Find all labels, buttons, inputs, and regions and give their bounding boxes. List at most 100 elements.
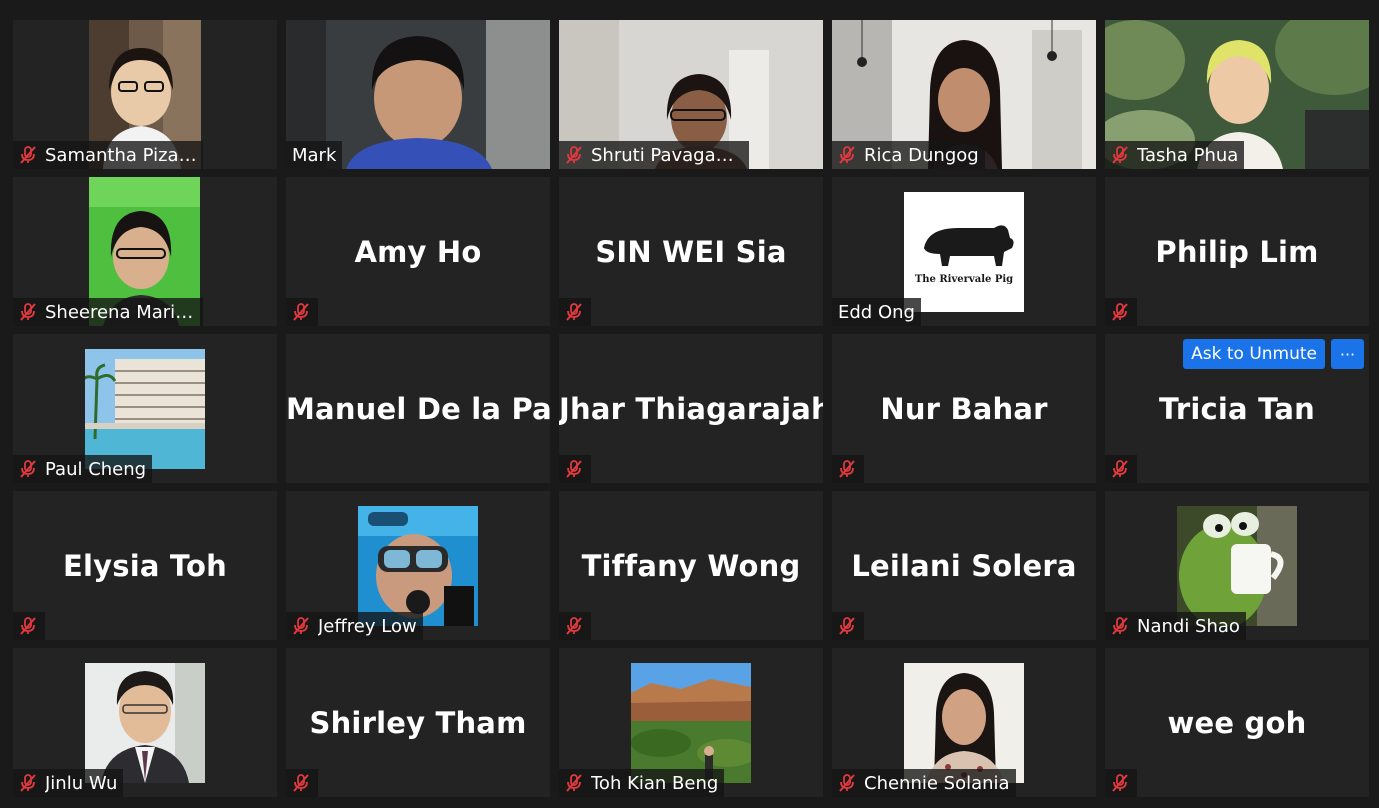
participant-tile[interactable]: Shruti Pavagadhi (559, 20, 823, 169)
mic-muted-icon (17, 144, 39, 166)
participant-name: Mark (292, 144, 337, 166)
participant-tile[interactable]: Toh Kian Beng (559, 648, 823, 797)
name-label: Chennie Solania (832, 769, 1016, 797)
name-label (832, 455, 864, 483)
participant-display-name: Leilani Solera (851, 548, 1077, 583)
mic-muted-icon (836, 144, 858, 166)
participant-name: Samantha Pizar... (45, 144, 197, 166)
more-options-button[interactable]: ··· (1331, 339, 1364, 369)
participant-tile[interactable]: Paul Cheng (13, 334, 277, 483)
mic-muted-icon (17, 301, 39, 323)
participant-tile[interactable]: Chennie Solania (832, 648, 1096, 797)
name-label (559, 455, 591, 483)
participant-tile[interactable]: Jhar Thiagarajah (559, 334, 823, 483)
name-label: Jinlu Wu (13, 769, 124, 797)
participant-tile[interactable]: Shirley Tham (286, 648, 550, 797)
name-label: Shruti Pavagadhi (559, 141, 749, 169)
name-label (1105, 455, 1137, 483)
participant-name: Nandi Shao (1137, 615, 1240, 637)
participant-tile[interactable]: Leilani Solera (832, 491, 1096, 640)
participant-tile[interactable]: Tasha Phua (1105, 20, 1369, 169)
participant-display-name: Manuel De la Paz (286, 391, 550, 426)
mic-muted-icon (563, 458, 585, 480)
name-label (13, 612, 45, 640)
name-label (1105, 298, 1137, 326)
mic-muted-icon (563, 772, 585, 794)
participant-name: Tasha Phua (1137, 144, 1239, 166)
participant-tile[interactable]: Ask to Unmute ··· Tricia Tan (1105, 334, 1369, 483)
participant-display-name: Philip Lim (1155, 234, 1319, 269)
participant-tile[interactable]: Amy Ho (286, 177, 550, 326)
name-label: Paul Cheng (13, 455, 153, 483)
participant-display-name: Amy Ho (354, 234, 482, 269)
participant-name: Jeffrey Low (318, 615, 417, 637)
name-label: Rica Dungog (832, 141, 985, 169)
name-label (286, 298, 318, 326)
participant-tile[interactable]: Tiffany Wong (559, 491, 823, 640)
name-label: Tasha Phua (1105, 141, 1245, 169)
participant-tile[interactable]: Jeffrey Low (286, 491, 550, 640)
participant-display-name: Shirley Tham (309, 705, 527, 740)
profile-picture (85, 662, 205, 783)
mic-muted-icon (836, 458, 858, 480)
mic-muted-icon (563, 144, 585, 166)
ask-to-unmute-button[interactable]: Ask to Unmute (1183, 339, 1325, 369)
landscape-photo (631, 662, 751, 783)
mic-muted-icon (1109, 301, 1131, 323)
name-label: Jeffrey Low (286, 612, 423, 640)
portrait-photo (85, 662, 205, 783)
participant-tile[interactable]: Rica Dungog (832, 20, 1096, 169)
mic-muted-icon (1109, 772, 1131, 794)
participant-tile[interactable]: Mark (286, 20, 550, 169)
profile-picture: The Rivervale Pig (904, 191, 1024, 312)
participant-tile[interactable]: Nandi Shao (1105, 491, 1369, 640)
participant-tile[interactable]: Elysia Toh (13, 491, 277, 640)
participant-tile[interactable]: Sheerena Marie... (13, 177, 277, 326)
participant-display-name: Tricia Tan (1159, 391, 1315, 426)
portrait-photo (904, 662, 1024, 783)
mic-muted-icon (290, 301, 312, 323)
name-label: Nandi Shao (1105, 612, 1246, 640)
kermit-tea-photo (1177, 505, 1297, 626)
name-label (832, 612, 864, 640)
participant-tile[interactable]: SIN WEI Sia (559, 177, 823, 326)
mic-muted-icon (290, 615, 312, 637)
participant-name: Jinlu Wu (45, 772, 118, 794)
participant-display-name: wee goh (1167, 705, 1307, 740)
pig-logo-icon: The Rivervale Pig (915, 224, 1014, 285)
participant-name: Shruti Pavagadhi (591, 144, 743, 166)
profile-picture (904, 662, 1024, 783)
logo-text: The Rivervale Pig (915, 274, 1013, 285)
profile-picture (358, 505, 478, 626)
profile-picture (1177, 505, 1297, 626)
name-label (559, 612, 591, 640)
participant-tile[interactable]: Philip Lim (1105, 177, 1369, 326)
participant-display-name: Tiffany Wong (581, 548, 801, 583)
participant-tile[interactable]: Manuel De la Paz (286, 334, 550, 483)
gallery-grid: Samantha Pizar... Mark Shruti Pavagadhi … (13, 20, 1370, 800)
participant-name: Chennie Solania (864, 772, 1010, 794)
participant-tile[interactable]: Nur Bahar (832, 334, 1096, 483)
participant-tile[interactable]: Jinlu Wu (13, 648, 277, 797)
name-label: Samantha Pizar... (13, 141, 203, 169)
mic-muted-icon (563, 301, 585, 323)
participant-name: Sheerena Marie... (45, 301, 197, 323)
profile-picture (85, 348, 205, 469)
profile-picture (631, 662, 751, 783)
participant-tile[interactable]: Samantha Pizar... (13, 20, 277, 169)
participant-name: Rica Dungog (864, 144, 979, 166)
name-label (286, 769, 318, 797)
participant-display-name: Nur Bahar (880, 391, 1048, 426)
mic-muted-icon (290, 772, 312, 794)
name-label: Edd Ong (832, 298, 921, 326)
name-label (1105, 769, 1137, 797)
mic-muted-icon (1109, 144, 1131, 166)
participant-name: Toh Kian Beng (591, 772, 719, 794)
participant-display-name: Jhar Thiagarajah (559, 391, 823, 426)
mic-muted-icon (836, 615, 858, 637)
mic-muted-icon (836, 772, 858, 794)
mic-muted-icon (1109, 615, 1131, 637)
participant-tile[interactable]: wee goh (1105, 648, 1369, 797)
participant-tile[interactable]: The Rivervale Pig Edd Ong (832, 177, 1096, 326)
hotel-photo (85, 348, 205, 469)
